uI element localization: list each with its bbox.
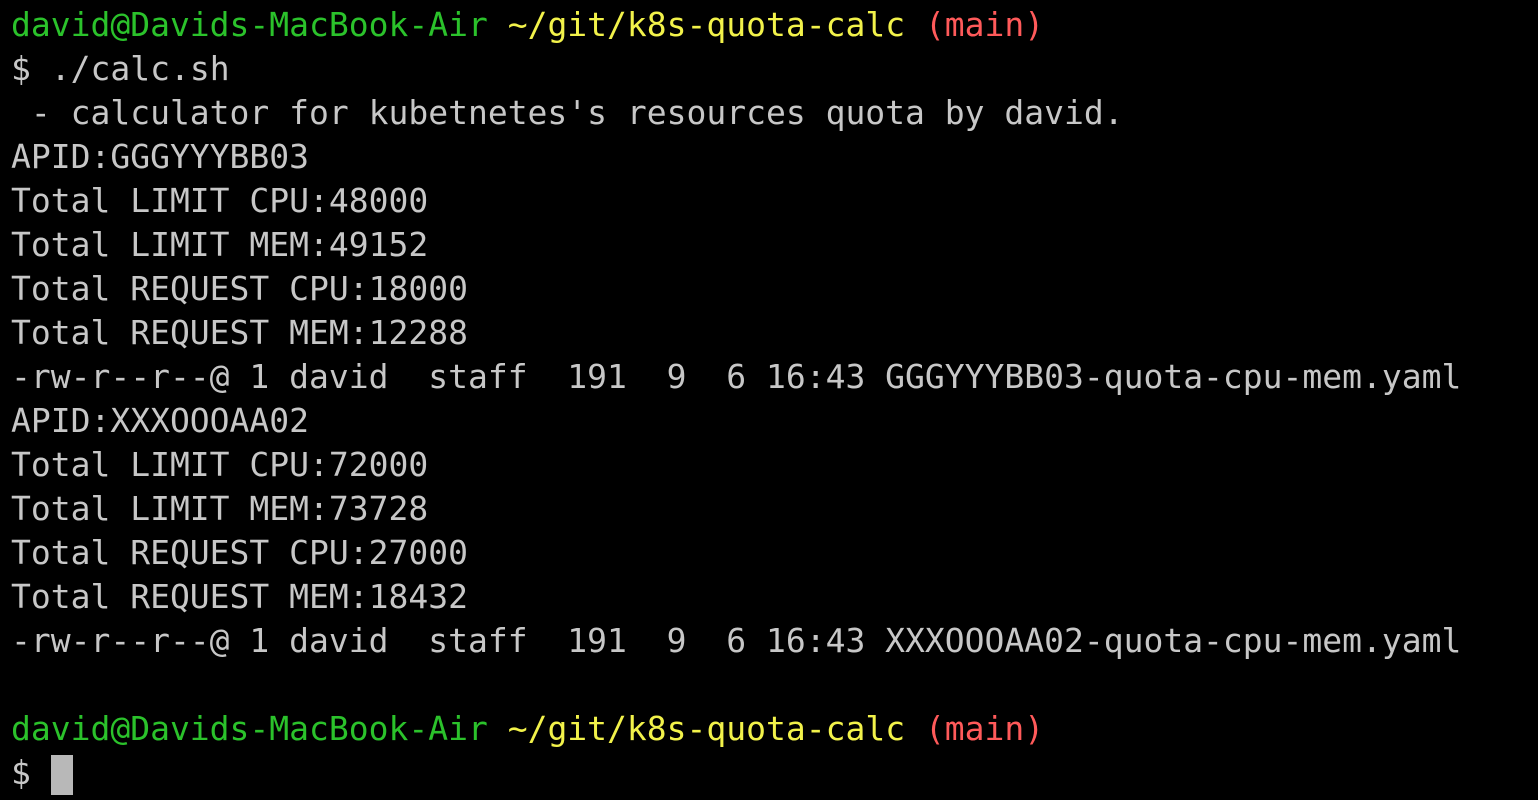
prompt-user-host: david@Davids-MacBook-Air (11, 709, 488, 748)
prompt-symbol: $ (11, 753, 31, 792)
output-line: Total LIMIT MEM:49152 (11, 225, 429, 264)
command-line: $ ./calc.sh (11, 47, 1538, 91)
output-line: APID:XXXOOOAA02 (11, 401, 310, 440)
terminal-window[interactable]: david@Davids-MacBook-Air ~/git/k8s-quota… (0, 0, 1538, 800)
terminal-buffer: david@Davids-MacBook-Air ~/git/k8s-quota… (11, 3, 1538, 795)
output-line: APID:GGGYYYBB03 (11, 137, 310, 176)
prompt-line: david@Davids-MacBook-Air ~/git/k8s-quota… (11, 707, 1538, 751)
output-line: Total REQUEST MEM:12288 (11, 313, 468, 352)
prompt-path: ~/git/k8s-quota-calc (507, 5, 906, 44)
prompt-user-host: david@Davids-MacBook-Air (11, 5, 488, 44)
output-line: Total REQUEST CPU:27000 (11, 533, 468, 572)
output-line: -rw-r--r--@ 1 david staff 191 9 6 16:43 … (11, 621, 1462, 660)
prompt-branch: (main) (924, 709, 1045, 748)
command-text: ./calc.sh (50, 49, 230, 88)
prompt-line: david@Davids-MacBook-Air ~/git/k8s-quota… (11, 3, 1538, 47)
output-line: -rw-r--r--@ 1 david staff 191 9 6 16:43 … (11, 357, 1462, 396)
output-line: Total LIMIT CPU:48000 (11, 181, 429, 220)
input-line[interactable]: $ (11, 751, 1538, 795)
prompt-path: ~/git/k8s-quota-calc (507, 709, 906, 748)
output-line: Total REQUEST MEM:18432 (11, 577, 468, 616)
output-line: - calculator for kubetnetes's resources … (11, 93, 1124, 132)
prompt-symbol: $ (11, 49, 31, 88)
output-line: Total LIMIT MEM:73728 (11, 489, 429, 528)
output-line: Total LIMIT CPU:72000 (11, 445, 429, 484)
output-line: Total REQUEST CPU:18000 (11, 269, 468, 308)
text-cursor (50, 754, 73, 795)
prompt-branch: (main) (924, 5, 1045, 44)
